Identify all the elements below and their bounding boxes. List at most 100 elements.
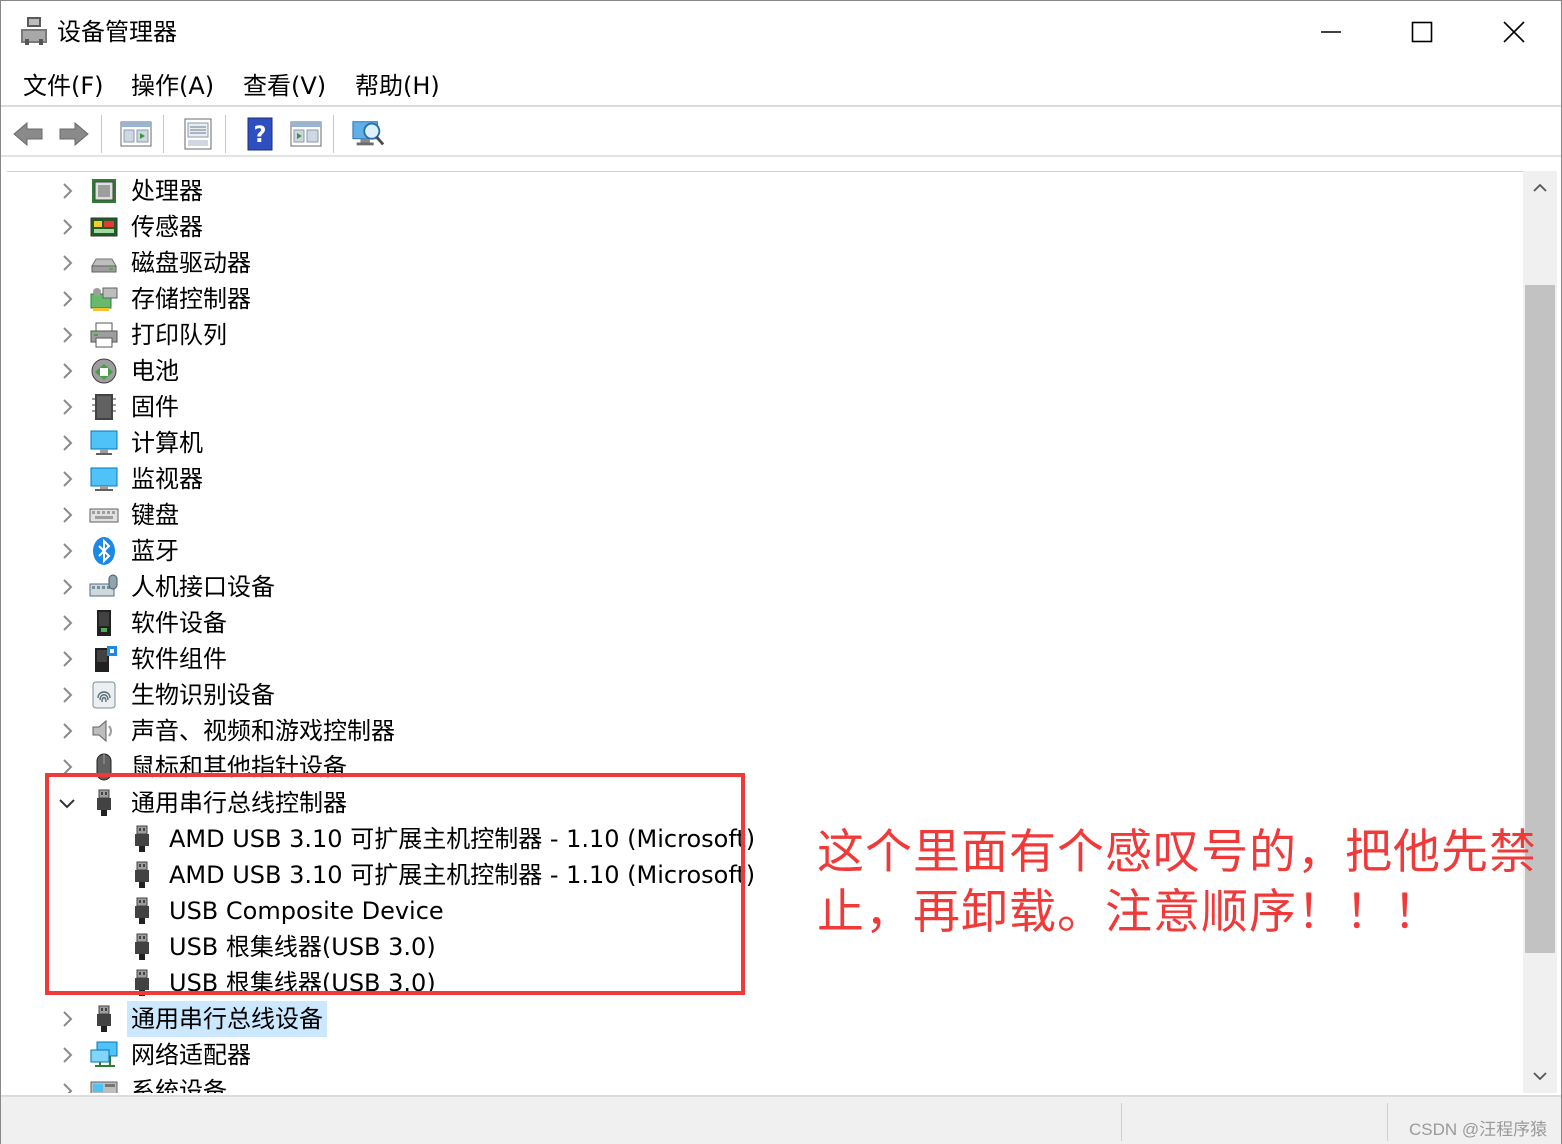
maximize-icon	[1411, 21, 1433, 43]
tree-category-row[interactable]: 人机接口设备	[7, 569, 1507, 605]
scan-hardware-button[interactable]	[351, 117, 385, 151]
chevron-right-icon[interactable]	[57, 181, 77, 201]
view-icon	[290, 121, 322, 147]
minimize-icon	[1321, 31, 1341, 33]
properties-button[interactable]	[119, 117, 153, 151]
chevron-right-icon[interactable]	[57, 1081, 77, 1093]
chevron-right-icon[interactable]	[57, 217, 77, 237]
category-label: 处理器	[131, 177, 203, 205]
title-bar: 设备管理器	[1, 1, 1561, 63]
keyboard-icon	[89, 508, 119, 523]
back-button[interactable]	[11, 117, 45, 151]
chevron-right-icon[interactable]	[57, 1045, 77, 1065]
tree-category-row[interactable]: 存储控制器	[7, 281, 1507, 317]
window-title: 设备管理器	[57, 18, 177, 46]
chevron-right-icon[interactable]	[57, 1009, 77, 1029]
tree-category-row[interactable]: 处理器	[7, 173, 1507, 209]
chevron-right-icon[interactable]	[57, 685, 77, 705]
chevron-right-icon[interactable]	[57, 613, 77, 633]
help-button[interactable]: ?	[243, 117, 277, 151]
annotation-text: 这个里面有个感叹号的，把他先禁 止，再卸载。注意顺序！！！	[817, 823, 1557, 943]
chevron-right-icon[interactable]	[57, 721, 77, 741]
tree-category-row[interactable]: 键盘	[7, 497, 1507, 533]
category-label: 固件	[131, 393, 179, 421]
category-label: 监视器	[131, 465, 203, 493]
view-button[interactable]	[289, 117, 323, 151]
svg-text:?: ?	[254, 123, 267, 148]
menu-view[interactable]: 查看(V)	[241, 69, 328, 103]
menu-action[interactable]: 操作(A)	[129, 69, 216, 103]
tree-category-row[interactable]: 生物识别设备	[7, 677, 1507, 713]
tree-category-row[interactable]: 软件设备	[7, 605, 1507, 641]
device-manager-window: 设备管理器 文件(F) 操作(A) 查看(V) 帮助(H) ? 处理器 传感器 …	[0, 0, 1562, 1144]
forward-button[interactable]	[57, 117, 91, 151]
category-label: 电池	[131, 357, 179, 385]
chevron-right-icon[interactable]	[57, 253, 77, 273]
chevron-right-icon[interactable]	[57, 577, 77, 597]
tree-category-row[interactable]: 系统设备	[7, 1073, 1507, 1093]
processor-icon	[92, 179, 116, 203]
tree-category-row[interactable]: 监视器	[7, 461, 1507, 497]
category-label: 声音、视频和游戏控制器	[131, 717, 395, 745]
tree-category-row[interactable]: 计算机	[7, 425, 1507, 461]
category-label: 通用串行总线设备	[127, 1001, 327, 1037]
scroll-down-button[interactable]	[1523, 1059, 1557, 1093]
chevron-right-icon[interactable]	[57, 325, 77, 345]
annotation-highlight-box	[45, 773, 745, 995]
system-device-icon	[90, 1081, 118, 1093]
device-manager-app-icon	[21, 17, 47, 45]
chevron-right-icon[interactable]	[57, 505, 77, 525]
sensor-icon	[90, 217, 118, 237]
help-icon: ?	[247, 117, 273, 151]
chevron-right-icon[interactable]	[57, 469, 77, 489]
chevron-right-icon[interactable]	[57, 397, 77, 417]
close-button[interactable]	[1468, 1, 1560, 63]
category-label: 网络适配器	[131, 1041, 251, 1069]
tree-category-row[interactable]: 通用串行总线设备	[7, 1001, 1507, 1037]
hid-icon	[89, 574, 118, 597]
monitor-icon	[90, 467, 118, 491]
chevron-right-icon[interactable]	[57, 649, 77, 669]
category-label: 传感器	[131, 213, 203, 241]
toolbar: ?	[1, 109, 1561, 157]
chevron-right-icon[interactable]	[57, 361, 77, 381]
minimize-button[interactable]	[1285, 1, 1377, 63]
tree-category-row[interactable]: 网络适配器	[7, 1037, 1507, 1073]
tree-category-row[interactable]: 软件组件	[7, 641, 1507, 677]
menu-help[interactable]: 帮助(H)	[353, 69, 442, 103]
tree-category-row[interactable]: 蓝牙	[7, 533, 1507, 569]
tree-category-row[interactable]: 固件	[7, 389, 1507, 425]
tree-category-row[interactable]: 磁盘驱动器	[7, 245, 1507, 281]
network-adapter-icon	[90, 1041, 118, 1067]
printer-icon	[90, 322, 118, 348]
toolbar-separator	[225, 115, 226, 153]
speaker-icon	[92, 719, 112, 743]
tree-category-row[interactable]: 声音、视频和游戏控制器	[7, 713, 1507, 749]
annotation-line-1: 这个里面有个感叹号的，把他先禁	[817, 825, 1537, 880]
properties-icon	[120, 121, 152, 147]
chevron-right-icon[interactable]	[57, 541, 77, 561]
menu-file[interactable]: 文件(F)	[21, 69, 106, 103]
watermark: CSDN @汪程序猿	[1409, 1120, 1548, 1139]
disk-drive-icon	[91, 258, 117, 273]
vertical-scrollbar[interactable]	[1523, 171, 1557, 1093]
chevron-right-icon[interactable]	[57, 289, 77, 309]
firmware-icon	[92, 394, 116, 420]
update-driver-button[interactable]	[181, 117, 215, 151]
biometric-icon	[92, 681, 116, 709]
scroll-up-button[interactable]	[1523, 171, 1557, 205]
update-icon	[184, 118, 212, 150]
tree-category-row[interactable]: 电池	[7, 353, 1507, 389]
tree-category-row[interactable]: 传感器	[7, 209, 1507, 245]
chevron-right-icon[interactable]	[57, 433, 77, 453]
maximize-button[interactable]	[1376, 1, 1468, 63]
category-label: 计算机	[131, 429, 203, 457]
tree-category-row[interactable]: 打印队列	[7, 317, 1507, 353]
category-label: 蓝牙	[131, 537, 179, 565]
usb-icon	[97, 1005, 111, 1032]
category-label: 软件组件	[131, 645, 227, 673]
chevron-down-icon	[1533, 1072, 1547, 1081]
status-separator	[1387, 1103, 1388, 1141]
toolbar-separator	[101, 115, 102, 153]
bluetooth-icon	[93, 537, 115, 565]
